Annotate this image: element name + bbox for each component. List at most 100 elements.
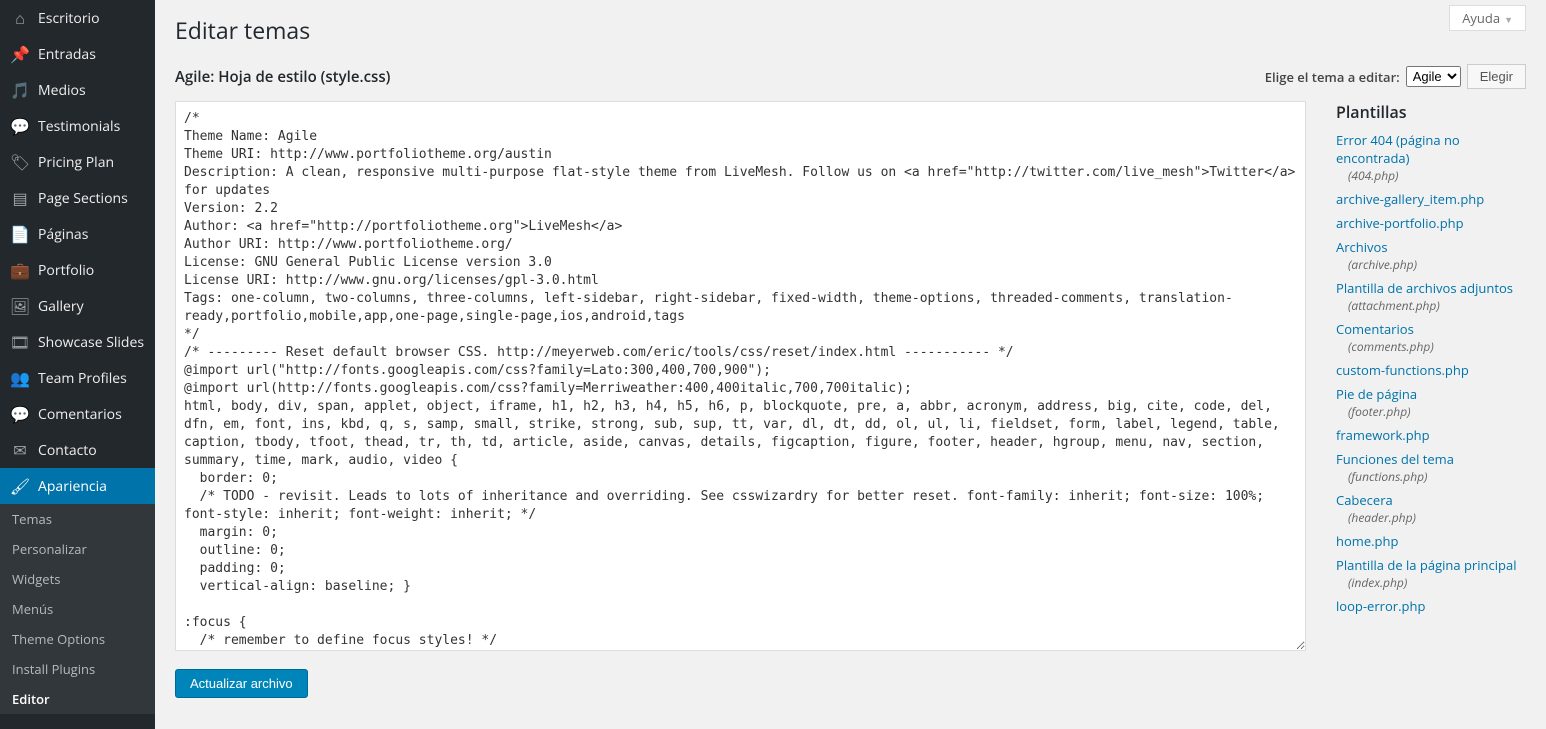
main-content: Ayuda▼ Editar temas Agile: Hoja de estil… (155, 0, 1546, 729)
sidebar-item-label: Page Sections (38, 189, 128, 208)
sidebar-item-posts[interactable]: 📌 Entradas (0, 36, 155, 72)
media-icon: 🎵 (10, 80, 30, 100)
sidebar-item-label: Testimonials (38, 117, 120, 136)
template-item: Archivos(archive.php) (1336, 238, 1526, 273)
template-filename: (header.php) (1336, 509, 1526, 526)
sidebar-sub-install-plugins[interactable]: Install Plugins (0, 654, 155, 684)
template-item: home.php (1336, 532, 1526, 550)
team-icon: 👥 (10, 368, 30, 388)
template-filename: (archive.php) (1336, 256, 1526, 273)
template-filename: (index.php) (1336, 574, 1526, 591)
template-filename: (attachment.php) (1336, 297, 1526, 314)
sidebar-sub-menus[interactable]: Menús (0, 594, 155, 624)
dashboard-icon: ⌂ (10, 8, 30, 28)
sidebar-item-label: Medios (38, 81, 86, 100)
sidebar-item-appearance[interactable]: 🖌 Apariencia (0, 468, 155, 504)
template-item: Comentarios(comments.php) (1336, 320, 1526, 355)
sidebar-item-portfolio[interactable]: 💼 Portfolio (0, 252, 155, 288)
template-item: Plantilla de archivos adjuntos(attachmen… (1336, 279, 1526, 314)
sidebar-item-dashboard[interactable]: ⌂ Escritorio (0, 0, 155, 36)
sidebar-item-gallery[interactable]: 🖼Gallery (0, 288, 155, 324)
contact-icon: ✉ (10, 440, 30, 460)
page-title: Editar temas (175, 0, 1526, 54)
template-item: Funciones del tema(functions.php) (1336, 450, 1526, 485)
sidebar-item-showcase[interactable]: 🎞 Showcase Slides (0, 324, 155, 360)
portfolio-icon: 💼 (10, 260, 30, 280)
template-item: Cabecera(header.php) (1336, 491, 1526, 526)
template-link[interactable]: Pie de página (1336, 385, 1417, 403)
page-icon: 📄 (10, 224, 30, 244)
theme-select-label: Elige el tema a editar: (1265, 68, 1400, 86)
sidebar-item-label: Páginas (38, 225, 88, 244)
sidebar-item-pricing[interactable]: 🏷 Pricing Plan (0, 144, 155, 180)
sidebar-item-contact[interactable]: ✉ Contacto (0, 432, 155, 468)
template-filename: (404.php) (1336, 167, 1526, 184)
template-link[interactable]: custom-functions.php (1336, 361, 1469, 379)
sections-icon: ▤ (10, 188, 30, 208)
sidebar-item-label: Portfolio (38, 261, 94, 280)
sidebar-item-label: Showcase Slides (38, 333, 144, 352)
tag-icon: 🏷 (10, 152, 30, 172)
sidebar-sub-widgets[interactable]: Widgets (0, 564, 155, 594)
brush-icon: 🖌 (10, 476, 30, 496)
template-filename: (functions.php) (1336, 468, 1526, 485)
sidebar-item-label: Comentarios (38, 405, 122, 424)
update-file-button[interactable]: Actualizar archivo (175, 669, 308, 698)
template-link[interactable]: Plantilla de la página principal (1336, 556, 1516, 574)
templates-column: Plantillas Error 404 (página no encontra… (1336, 101, 1526, 698)
templates-heading: Plantillas (1336, 101, 1526, 123)
templates-list: Error 404 (página no encontrada)(404.php… (1336, 131, 1526, 615)
sidebar-item-label: Escritorio (38, 9, 100, 28)
sidebar-item-label: Entradas (38, 45, 96, 64)
template-item: framework.php (1336, 426, 1526, 444)
template-link[interactable]: Comentarios (1336, 320, 1414, 338)
template-link[interactable]: loop-error.php (1336, 597, 1425, 615)
theme-selector: Elige el tema a editar: Agile Elegir (1265, 64, 1526, 89)
file-header-row: Agile: Hoja de estilo (style.css) Elige … (175, 64, 1526, 89)
template-link[interactable]: home.php (1336, 532, 1398, 550)
template-item: archive-portfolio.php (1336, 214, 1526, 232)
template-filename: (footer.php) (1336, 403, 1526, 420)
template-link[interactable]: archive-gallery_item.php (1336, 190, 1484, 208)
template-item: custom-functions.php (1336, 361, 1526, 379)
template-link[interactable]: archive-portfolio.php (1336, 214, 1464, 232)
pin-icon: 📌 (10, 44, 30, 64)
sidebar-item-label: Team Profiles (38, 369, 127, 388)
template-item: archive-gallery_item.php (1336, 190, 1526, 208)
sidebar-item-label: Pricing Plan (38, 153, 114, 172)
sidebar-item-media[interactable]: 🎵 Medios (0, 72, 155, 108)
sidebar-sub-theme-options[interactable]: Theme Options (0, 624, 155, 654)
template-link[interactable]: Plantilla de archivos adjuntos (1336, 279, 1513, 297)
code-editor[interactable] (175, 101, 1306, 651)
slides-icon: 🎞 (10, 332, 30, 352)
template-link[interactable]: Funciones del tema (1336, 450, 1454, 468)
sidebar-item-team[interactable]: 👥 Team Profiles (0, 360, 155, 396)
sidebar-item-page-sections[interactable]: ▤ Page Sections (0, 180, 155, 216)
sidebar-item-label: Contacto (38, 441, 97, 460)
sidebar-sub-editor[interactable]: Editor (0, 684, 155, 714)
choose-theme-button[interactable]: Elegir (1467, 64, 1526, 89)
sidebar-sub-customize[interactable]: Personalizar (0, 534, 155, 564)
sidebar-item-testimonials[interactable]: 💬 Testimonials (0, 108, 155, 144)
template-item: Pie de página(footer.php) (1336, 385, 1526, 420)
sidebar-submenu: Temas Personalizar Widgets Menús Theme O… (0, 504, 155, 714)
template-link[interactable]: Error 404 (página no encontrada) (1336, 131, 1460, 167)
help-tab[interactable]: Ayuda▼ (1449, 5, 1526, 31)
comment-icon: 💬 (10, 404, 30, 424)
theme-select[interactable]: Agile (1406, 66, 1461, 87)
sidebar-item-label: Gallery (38, 297, 84, 316)
file-title: Agile: Hoja de estilo (style.css) (175, 67, 390, 87)
template-link[interactable]: framework.php (1336, 426, 1430, 444)
help-label: Ayuda (1462, 9, 1500, 27)
chat-icon: 💬 (10, 116, 30, 136)
template-item: Plantilla de la página principal(index.p… (1336, 556, 1526, 591)
template-item: loop-error.php (1336, 597, 1526, 615)
sidebar-item-pages[interactable]: 📄 Páginas (0, 216, 155, 252)
sidebar-sub-themes[interactable]: Temas (0, 504, 155, 534)
template-link[interactable]: Archivos (1336, 238, 1388, 256)
admin-sidebar: ⌂ Escritorio 📌 Entradas 🎵 Medios 💬 Testimoni… (0, 0, 155, 729)
sidebar-item-label: Apariencia (38, 477, 107, 496)
template-filename: (comments.php) (1336, 338, 1526, 355)
sidebar-item-comments[interactable]: 💬 Comentarios (0, 396, 155, 432)
template-link[interactable]: Cabecera (1336, 491, 1393, 509)
